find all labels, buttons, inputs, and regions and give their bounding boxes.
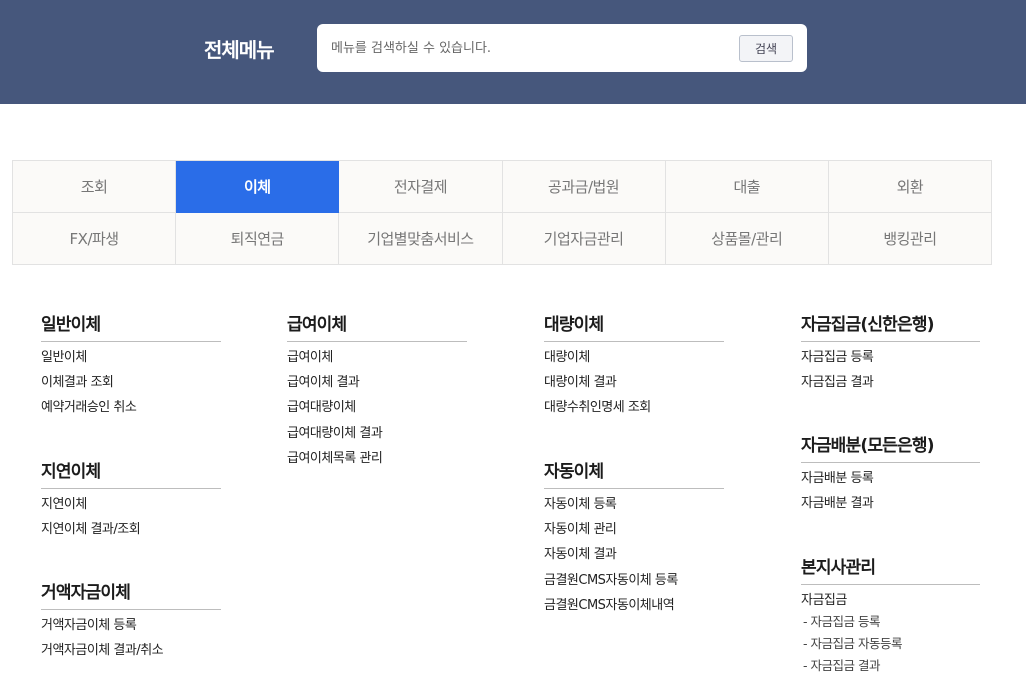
- menu-link[interactable]: 거액자금이체 결과/취소: [41, 642, 221, 667]
- menu-group: 대량이체 대량이체 대량이체 결과 대량수취인명세 조회: [544, 310, 724, 457]
- tab-transfer[interactable]: 이체: [176, 161, 340, 213]
- menu-link[interactable]: 거액자금이체 등록: [41, 617, 221, 642]
- menu-group: 일반이체 일반이체 이체결과 조회 예약거래승인 취소: [41, 310, 221, 457]
- menu-group-title: 대량이체: [544, 310, 724, 342]
- search-input[interactable]: [331, 36, 731, 60]
- menu-group: 본지사관리 자금집금 - 자금집금 등록 - 자금집금 자동등록 - 자금집금 …: [801, 553, 980, 679]
- menu-link[interactable]: 급여대량이체 결과: [287, 425, 467, 450]
- menu-link[interactable]: 이체결과 조회: [41, 374, 221, 399]
- menu-link[interactable]: 급여이체목록 관리: [287, 450, 467, 475]
- menu-link[interactable]: 급여이체 결과: [287, 374, 467, 399]
- search-box: 검색: [317, 24, 807, 72]
- menu-link[interactable]: 예약거래승인 취소: [41, 399, 221, 424]
- menu-link[interactable]: 자동이체 등록: [544, 496, 724, 521]
- menu-link[interactable]: 금결원CMS자동이체내역: [544, 597, 724, 622]
- header-bar: 전체메뉴 검색: [0, 0, 1026, 104]
- menu-link[interactable]: 자동이체 관리: [544, 521, 724, 546]
- menu-link[interactable]: 대량이체 결과: [544, 374, 724, 399]
- menu-group: 자금배분(모든은행) 자금배분 등록 자금배분 결과: [801, 431, 980, 553]
- menu-column: 일반이체 일반이체 이체결과 조회 예약거래승인 취소 지연이체 지연이체 지연…: [41, 310, 221, 667]
- tab-custom-services[interactable]: 기업별맞춤서비스: [339, 213, 503, 265]
- tab-loan[interactable]: 대출: [665, 161, 829, 213]
- tab-inquiry[interactable]: 조회: [13, 161, 177, 213]
- menu-link[interactable]: 지연이체: [41, 496, 221, 521]
- menu-link[interactable]: 일반이체: [41, 349, 221, 374]
- menu-link[interactable]: 자금집금 등록: [801, 349, 980, 374]
- sub-menu-link[interactable]: - 자금집금 결과: [801, 657, 980, 679]
- menu-group: 자동이체 자동이체 등록 자동이체 관리 자동이체 결과 금결원CMS자동이체 …: [544, 457, 724, 622]
- menu-group: 지연이체 지연이체 지연이체 결과/조회: [41, 457, 221, 578]
- menu-group: 급여이체 급여이체 급여이체 결과 급여대량이체 급여대량이체 결과 급여이체목…: [287, 310, 467, 475]
- category-tabs: 조회 이체 전자결제 공과금/법원 대출 외환 FX/파생 퇴직연금 기업별맞춤…: [12, 160, 992, 265]
- menu-group: 자금집금(신한은행) 자금집금 등록 자금집금 결과: [801, 310, 980, 431]
- menu-link[interactable]: 지연이체 결과/조회: [41, 521, 221, 546]
- sub-menu-link[interactable]: - 자금집금 자동등록: [801, 635, 980, 657]
- menu-group-title: 자동이체: [544, 457, 724, 489]
- tab-corporate-funds[interactable]: 기업자금관리: [502, 213, 666, 265]
- tab-electronic-payment[interactable]: 전자결제: [339, 161, 503, 213]
- search-button[interactable]: 검색: [739, 35, 793, 62]
- menu-link[interactable]: 자금집금 결과: [801, 374, 980, 399]
- menu-column: 대량이체 대량이체 대량이체 결과 대량수취인명세 조회 자동이체 자동이체 등…: [544, 310, 724, 622]
- tab-utility-court[interactable]: 공과금/법원: [502, 161, 666, 213]
- tab-retirement-pension[interactable]: 퇴직연금: [176, 213, 340, 265]
- menu-group-title: 자금배분(모든은행): [801, 431, 980, 463]
- sub-menu-link[interactable]: - 자금집금 등록: [801, 613, 980, 635]
- menu-column: 급여이체 급여이체 급여이체 결과 급여대량이체 급여대량이체 결과 급여이체목…: [287, 310, 467, 475]
- menu-column: 자금집금(신한은행) 자금집금 등록 자금집금 결과 자금배분(모든은행) 자금…: [801, 310, 980, 679]
- menu-link[interactable]: 급여이체: [287, 349, 467, 374]
- menu-link[interactable]: 대량이체: [544, 349, 724, 374]
- menu-link[interactable]: 자금배분 등록: [801, 470, 980, 495]
- menu-group-title: 본지사관리: [801, 553, 980, 585]
- menu-link[interactable]: 자동이체 결과: [544, 546, 724, 571]
- menu-group-title: 거액자금이체: [41, 578, 221, 610]
- page-title: 전체메뉴: [204, 38, 275, 62]
- tab-product-mall[interactable]: 상품몰/관리: [665, 213, 829, 265]
- tab-fx-derivatives[interactable]: FX/파생: [13, 213, 177, 265]
- menu-link[interactable]: 대량수취인명세 조회: [544, 399, 724, 424]
- tab-banking-management[interactable]: 뱅킹관리: [828, 213, 992, 265]
- menu-group: 거액자금이체 거액자금이체 등록 거액자금이체 결과/취소: [41, 578, 221, 667]
- menu-group-title: 급여이체: [287, 310, 467, 342]
- sub-menu-list: - 자금집금 등록 - 자금집금 자동등록 - 자금집금 결과: [801, 613, 980, 679]
- menu-group-title: 자금집금(신한은행): [801, 310, 980, 342]
- menu-link[interactable]: 자금배분 결과: [801, 495, 980, 520]
- menu-group-title: 일반이체: [41, 310, 221, 342]
- menu-group-title: 지연이체: [41, 457, 221, 489]
- tab-foreign-exchange[interactable]: 외환: [828, 161, 992, 213]
- menu-link[interactable]: 급여대량이체: [287, 399, 467, 424]
- menu-link[interactable]: 금결원CMS자동이체 등록: [544, 572, 724, 597]
